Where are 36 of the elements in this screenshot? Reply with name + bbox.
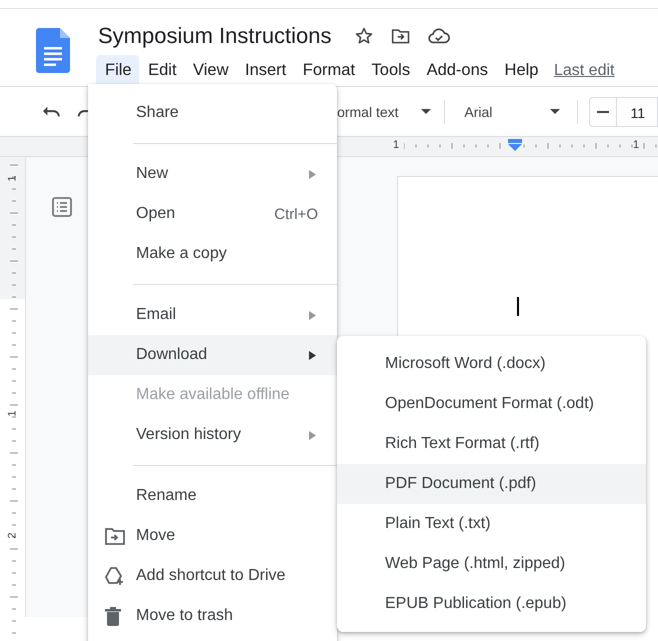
menu-item[interactable]: EPUB Publication (.epub) [337, 584, 646, 624]
menu-bar-item[interactable]: File [96, 55, 140, 86]
menu-item[interactable]: Rename [88, 476, 337, 516]
menu-item[interactable]: Add shortcut to Drive [88, 556, 337, 596]
ruler-number: 1 [393, 139, 400, 151]
menu-bar-item[interactable]: Tools [362, 55, 418, 86]
menu-item[interactable]: Web Page (.html, zipped) [337, 544, 646, 584]
menu-item[interactable]: Open Ctrl+O [88, 194, 337, 234]
ruler-number: 2 [8, 532, 19, 539]
ruler-number: 1 [8, 175, 19, 182]
font-size-field[interactable]: 11 [617, 96, 658, 126]
document-title[interactable]: Symposium Instructions [98, 22, 332, 48]
paragraph-style-dropdown[interactable]: ormal text [337, 104, 431, 120]
menu-bar-item[interactable]: Help [496, 55, 546, 86]
menu-item[interactable]: PDF Document (.pdf) [337, 464, 646, 504]
ruler-number: 1 [633, 139, 640, 151]
menu-bar-item[interactable]: Insert [236, 55, 294, 86]
menu-item[interactable]: Version history [88, 415, 337, 455]
last-edit-link[interactable]: Last edit [554, 62, 614, 80]
menu-item[interactable]: Rich Text Format (.rtf) [337, 424, 646, 464]
menu-bar-item[interactable]: Format [294, 55, 363, 86]
menu-item[interactable]: Download [88, 335, 337, 375]
menu-item[interactable]: OpenDocument Format (.odt) [337, 384, 646, 424]
menu-item[interactable]: Move to trash [88, 596, 337, 636]
menu-item[interactable]: Move [88, 516, 337, 556]
menu-item[interactable]: Plain Text (.txt) [337, 504, 646, 544]
menu-bar-item[interactable]: View [184, 55, 236, 86]
menu-item[interactable]: Microsoft Word (.docx) [337, 344, 646, 384]
menu-item[interactable]: Email [88, 295, 337, 335]
ruler-number: 1 [8, 410, 19, 417]
menu-item[interactable]: Make a copy [88, 234, 337, 274]
menu-bar-item[interactable]: Add-ons [418, 55, 496, 86]
font-dropdown[interactable]: Arial [464, 104, 564, 120]
menu-bar-item[interactable]: Edit [139, 55, 184, 86]
menu-item[interactable]: Share [88, 93, 337, 133]
menu-item[interactable]: New [88, 154, 337, 194]
